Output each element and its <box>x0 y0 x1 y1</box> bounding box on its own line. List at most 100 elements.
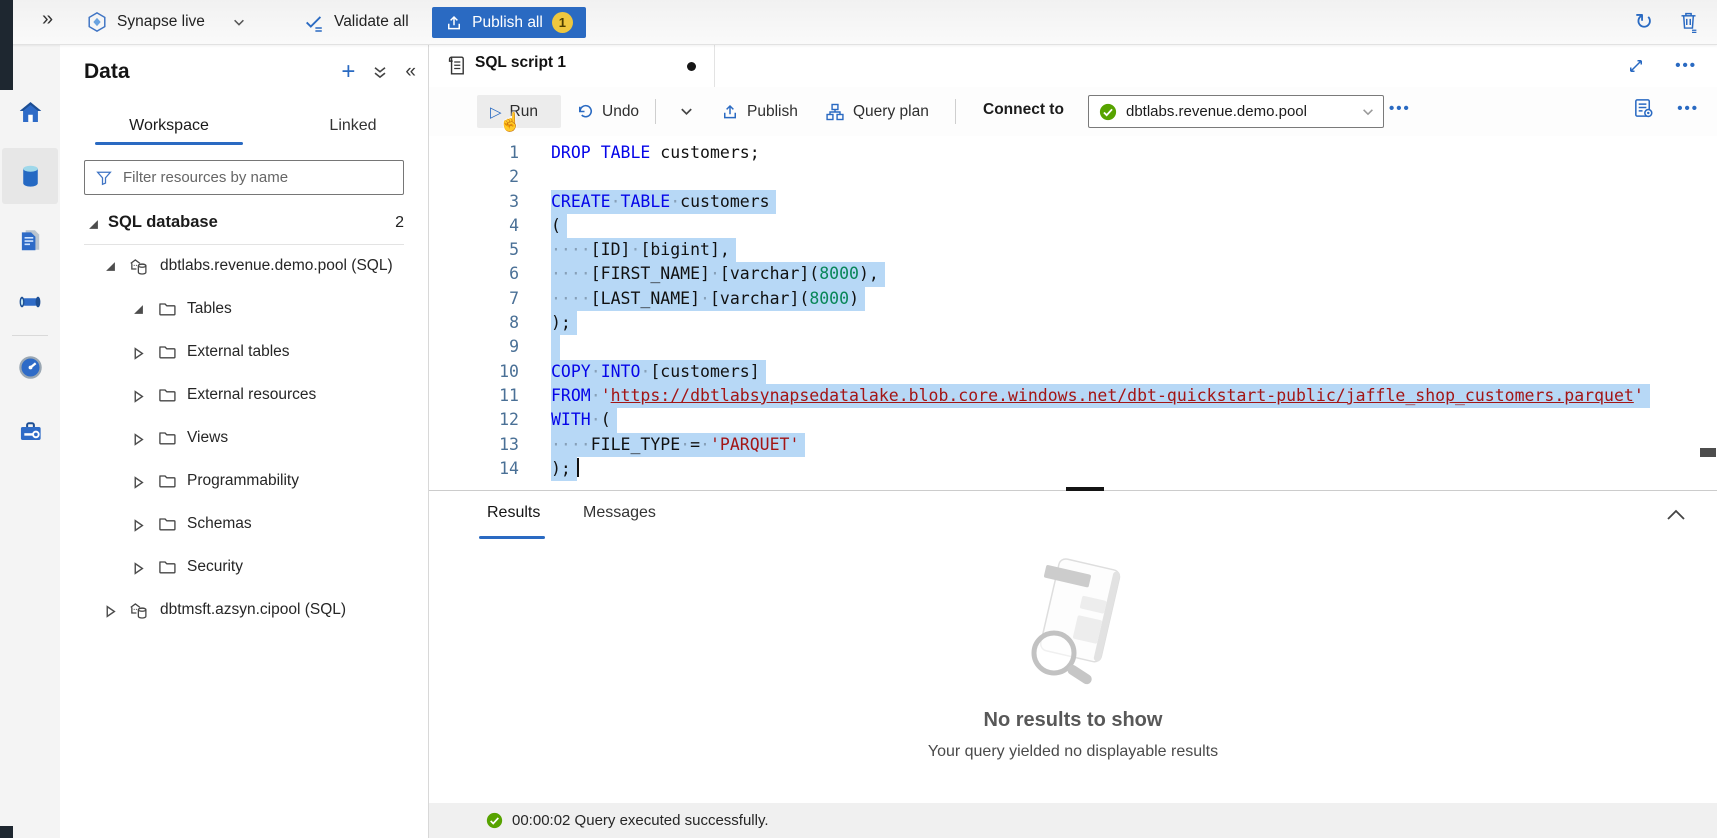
code-line-text[interactable]: CREATE·TABLE·customers <box>551 190 776 214</box>
code-line-text[interactable]: ····[LAST_NAME]·[varchar](8000) <box>551 287 865 311</box>
data-icon <box>18 163 43 190</box>
tab-results[interactable]: Results <box>481 503 546 523</box>
expand-twistie-icon[interactable] <box>133 476 144 489</box>
tree-item-dbtlabs-revenue-demo-pool-sql[interactable]: dbtlabs.revenue.demo.pool (SQL) <box>60 246 428 289</box>
code-line-text[interactable]: ); <box>551 457 579 481</box>
tree-item-schemas[interactable]: Schemas <box>60 504 428 547</box>
undo-button[interactable]: Undo <box>569 95 645 128</box>
tab-title: SQL script 1 <box>475 54 566 72</box>
publish-up-icon <box>721 103 739 121</box>
tree-item-label: Security <box>187 558 243 576</box>
unsaved-indicator-dot <box>687 62 696 71</box>
environment-selector[interactable]: Synapse live <box>86 8 246 36</box>
rail-item-develop[interactable] <box>2 212 58 268</box>
code-line-12: 12WITH·( <box>429 408 1717 432</box>
rail-divider <box>12 335 48 336</box>
tree-item-views[interactable]: Views <box>60 418 428 461</box>
code-line-3: 3CREATE·TABLE·customers <box>429 190 1717 214</box>
collapse-results-button[interactable] <box>1659 505 1693 523</box>
tree-item-programmability[interactable]: Programmability <box>60 461 428 504</box>
refresh-button[interactable]: ↻ <box>1629 8 1659 36</box>
rail-item-integrate[interactable] <box>2 274 58 330</box>
code-line-text[interactable]: DROP TABLE customers; <box>551 141 760 165</box>
expand-editor-button[interactable] <box>1625 55 1647 77</box>
rail-item-monitor[interactable] <box>2 339 58 395</box>
code-line-text[interactable]: ( <box>551 214 567 238</box>
collapse-twistie-icon[interactable] <box>105 261 116 272</box>
toolbar-overflow-button[interactable]: ••• <box>1671 99 1705 118</box>
folder-icon <box>157 471 177 491</box>
code-line-text[interactable]: ····FILE_TYPE·=·'PARQUET' <box>551 433 805 457</box>
validate-check-icon <box>303 11 325 33</box>
toolbar-separator <box>955 99 956 124</box>
toolbar-more-button[interactable]: ••• <box>1383 99 1417 118</box>
connection-ok-icon <box>1099 103 1117 121</box>
manage-icon <box>17 418 44 445</box>
left-rail <box>0 44 60 838</box>
code-line-text[interactable]: WITH·( <box>551 408 617 432</box>
screen-edge-top <box>0 0 13 90</box>
editor-scrollbar-thumb[interactable] <box>1700 448 1716 457</box>
properties-button[interactable] <box>1626 95 1661 121</box>
tree-item-security[interactable]: Security <box>60 547 428 590</box>
query-plan-button[interactable]: Query plan <box>819 95 935 128</box>
collapse-twistie-icon[interactable] <box>133 304 144 315</box>
line-number: 7 <box>429 287 519 311</box>
tree-item-tables[interactable]: Tables <box>60 289 428 332</box>
expand-twistie-icon[interactable] <box>133 433 144 446</box>
selection-highlight: ( <box>551 214 567 238</box>
integrate-icon <box>16 290 44 314</box>
top-command-bar: » Synapse live Validate all Publish all … <box>0 0 1717 45</box>
line-number: 13 <box>429 433 519 457</box>
code-line-text[interactable]: ); <box>551 311 577 335</box>
data-panel: Data + « Workspace Linked SQL database 2 <box>60 44 429 838</box>
tree-item-label: External tables <box>187 343 290 361</box>
expand-twistie-icon[interactable] <box>133 390 144 403</box>
code-line-text[interactable]: COPY·INTO·[customers] <box>551 360 766 384</box>
success-check-icon <box>486 812 503 829</box>
validate-all-button[interactable]: Validate all <box>303 8 409 36</box>
tree-item-label: Tables <box>187 300 232 318</box>
expand-twistie-icon[interactable] <box>133 562 144 575</box>
tree-item-external-tables[interactable]: External tables <box>60 332 428 375</box>
code-line-text[interactable]: FROM·'https://dbtlabsynapsedatalake.blob… <box>551 384 1650 408</box>
code-line-1: 1DROP TABLE customers; <box>429 141 1717 165</box>
line-number: 8 <box>429 311 519 335</box>
query-plan-icon <box>825 102 845 122</box>
code-line-text[interactable]: ····[FIRST_NAME]·[varchar](8000), <box>551 262 885 286</box>
code-line-4: 4( <box>429 214 1717 238</box>
expand-twistie-icon[interactable] <box>133 347 144 360</box>
code-line-6: 6····[FIRST_NAME]·[varchar](8000), <box>429 262 1717 286</box>
text-cursor <box>577 458 579 477</box>
tabstrip-actions: ••• <box>1625 44 1717 87</box>
rail-item-manage[interactable] <box>2 403 58 459</box>
run-options-chevron-button[interactable] <box>673 95 700 128</box>
rail-item-data[interactable] <box>2 148 58 204</box>
selection-highlight: FROM·'https://dbtlabsynapsedatalake.blob… <box>551 384 1650 408</box>
results-header: Results Messages <box>429 491 1717 540</box>
expand-left-panel-button[interactable]: » <box>36 7 59 32</box>
code-line-10: 10COPY·INTO·[customers] <box>429 360 1717 384</box>
connection-dropdown[interactable]: dbtlabs.revenue.demo.pool <box>1088 95 1384 128</box>
line-number: 2 <box>429 165 519 189</box>
tree-item-external-resources[interactable]: External resources <box>60 375 428 418</box>
tab-sql-script-1[interactable]: SQL script 1 <box>429 44 715 87</box>
selection-highlight: WITH·( <box>551 408 617 432</box>
tab-messages[interactable]: Messages <box>577 503 662 523</box>
expand-twistie-icon[interactable] <box>105 605 116 618</box>
sql-code-editor[interactable]: 1DROP TABLE customers;23CREATE·TABLE·cus… <box>429 136 1717 495</box>
tree-item-dbtmsft-azsyn-cipool-sql[interactable]: dbtmsft.azsyn.cipool (SQL) <box>60 590 428 633</box>
discard-changes-button[interactable] <box>1672 9 1705 34</box>
publish-all-button[interactable]: Publish all 1 <box>432 7 586 38</box>
code-line-text[interactable]: ····[ID]·[bigint], <box>551 238 736 262</box>
monitor-icon <box>17 354 44 381</box>
home-icon <box>17 99 44 126</box>
code-line-text[interactable] <box>551 335 560 359</box>
line-number: 4 <box>429 214 519 238</box>
rail-item-home[interactable] <box>2 84 58 140</box>
tab-more-button[interactable]: ••• <box>1673 55 1699 76</box>
publish-count-badge: 1 <box>552 12 573 33</box>
publish-button[interactable]: Publish <box>715 95 804 128</box>
code-line-11: 11FROM·'https://dbtlabsynapsedatalake.bl… <box>429 384 1717 408</box>
expand-twistie-icon[interactable] <box>133 519 144 532</box>
